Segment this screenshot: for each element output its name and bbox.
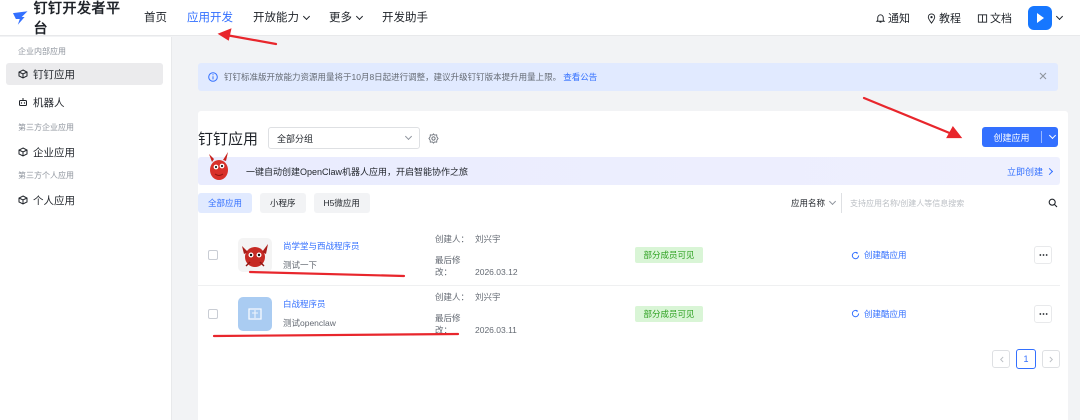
nav-open-capabilities[interactable]: 开放能力 bbox=[253, 0, 311, 36]
chevron-down-icon bbox=[404, 132, 413, 141]
location-pin-icon bbox=[927, 13, 936, 24]
app-name[interactable]: 白战程序员 bbox=[283, 298, 435, 310]
nav-more[interactable]: 更多 bbox=[329, 0, 364, 36]
banner-text: 一键自动创建OpenClaw机器人应用，开启智能协作之旅 bbox=[246, 166, 469, 177]
modified-date: 2026.03.11 bbox=[475, 325, 517, 335]
status-badge: 部分成员可见 bbox=[635, 247, 703, 263]
avatar bbox=[1028, 6, 1052, 30]
sidebar-item-enterprise-app[interactable]: 企业应用 bbox=[6, 141, 163, 163]
app-meta: 创建人： 刘兴宇 最后修改： 2026.03.12 bbox=[435, 233, 518, 277]
prev-page-button[interactable] bbox=[992, 350, 1010, 368]
cube-icon bbox=[18, 69, 28, 79]
creator-name: 刘兴宇 bbox=[475, 292, 501, 302]
refresh-icon bbox=[851, 309, 860, 318]
nav-dev-assistant[interactable]: 开发助手 bbox=[382, 0, 428, 36]
notice-bar: 钉钉标准版开放能力资源用量将于10月8日起进行调整，建议升级钉钉版本提升用量上限… bbox=[198, 63, 1058, 91]
table-row: 尚学堂与西战程序员 测试一下 创建人： 刘兴宇 最后修改： 2026.03.12 部… bbox=[198, 227, 1060, 283]
nav-app-development[interactable]: 应用开发 bbox=[187, 0, 233, 36]
sidebar-group-third-party-enterprise: 第三方企业应用 bbox=[18, 123, 74, 132]
app-type-tabs: 全部应用 小程序 H5微应用 bbox=[198, 193, 378, 213]
sidebar-item-robot[interactable]: 机器人 bbox=[6, 91, 163, 113]
next-page-button[interactable] bbox=[1042, 350, 1060, 368]
openclaw-banner: 一键自动创建OpenClaw机器人应用，开启智能协作之旅 立即创建 bbox=[198, 152, 1060, 185]
chevron-right-icon bbox=[1049, 356, 1053, 362]
cube-icon bbox=[18, 147, 28, 157]
docs-button[interactable]: 文档 bbox=[977, 10, 1012, 26]
avatar-arrow-icon bbox=[1037, 13, 1044, 23]
chevron-right-icon bbox=[1045, 167, 1054, 176]
row-checkbox[interactable] bbox=[208, 250, 218, 260]
cube-icon bbox=[18, 195, 28, 205]
nav-home[interactable]: 首页 bbox=[144, 0, 167, 36]
bell-icon bbox=[875, 13, 886, 23]
status-badge: 部分成员可见 bbox=[635, 305, 703, 322]
more-horizontal-icon bbox=[1038, 313, 1048, 315]
more-options-button[interactable] bbox=[1034, 246, 1052, 264]
chevron-down-icon bbox=[1048, 131, 1057, 140]
search-area: 应用名称 bbox=[791, 193, 1058, 213]
brand-name: 钉钉开发者平台 bbox=[33, 0, 121, 36]
refresh-icon bbox=[851, 251, 860, 259]
more-horizontal-icon bbox=[1038, 254, 1048, 256]
tab-h5-micro-app[interactable]: H5微应用 bbox=[313, 193, 370, 213]
table-row: 白战程序员 测试openclaw 创建人： 刘兴宇 最后修改： 2026.03.11… bbox=[198, 285, 1060, 341]
more-options-button[interactable] bbox=[1034, 305, 1052, 323]
chevron-left-icon bbox=[999, 356, 1003, 362]
main-content: 钉钉标准版开放能力资源用量将于10月8日起进行调整，建议升级钉钉版本提升用量上限… bbox=[172, 37, 1080, 420]
main-nav: 首页 应用开发 开放能力 更多 开发助手 bbox=[144, 0, 448, 36]
chevron-down-icon bbox=[355, 12, 364, 20]
robot-icon bbox=[19, 98, 27, 106]
user-menu[interactable] bbox=[1028, 6, 1064, 30]
close-icon[interactable] bbox=[1038, 71, 1048, 81]
app-list-card: 钉钉应用 全部分组 创建应用 一键自动创建OpenClaw机器人应用，开启智能协… bbox=[198, 111, 1068, 420]
create-dropdown-toggle[interactable] bbox=[1042, 131, 1058, 140]
sidebar: 企业内部应用 钉钉应用 机器人 第三方企业应用 企业应用 第三方个人应用 个人应… bbox=[0, 37, 172, 420]
tab-mini-program[interactable]: 小程序 bbox=[260, 193, 306, 213]
app-description: 测试openclaw bbox=[283, 318, 336, 328]
create-app-button[interactable]: 创建应用 bbox=[982, 127, 1058, 147]
tab-all-apps[interactable]: 全部应用 bbox=[198, 193, 253, 213]
modified-date: 2026.03.12 bbox=[475, 266, 518, 277]
search-field-select[interactable]: 应用名称 bbox=[791, 193, 842, 213]
sidebar-item-personal-app[interactable]: 个人应用 bbox=[6, 189, 163, 211]
document-icon bbox=[977, 13, 988, 23]
gear-icon[interactable] bbox=[428, 132, 439, 144]
notice-link[interactable]: 查看公告 bbox=[563, 71, 597, 83]
logo[interactable]: 钉钉开发者平台 bbox=[12, 0, 132, 38]
lobster-app-icon bbox=[238, 238, 272, 272]
lobster-mascot-icon bbox=[209, 152, 228, 180]
header-tools: 通知 教程 文档 bbox=[859, 0, 1064, 36]
app-description: 测试一下 bbox=[283, 259, 318, 270]
tutorial-button[interactable]: 教程 bbox=[926, 10, 961, 26]
notify-button[interactable]: 通知 bbox=[875, 10, 910, 26]
dingtalk-logo-icon bbox=[12, 10, 28, 25]
chevron-down-icon bbox=[302, 12, 311, 20]
chevron-down-icon bbox=[828, 197, 837, 206]
app-avatar bbox=[238, 238, 272, 272]
app-meta: 创建人： 刘兴宇 最后修改： 2026.03.11 bbox=[435, 292, 517, 335]
sidebar-item-dingtalk-app[interactable]: 钉钉应用 bbox=[6, 63, 163, 85]
sidebar-group-third-party-personal: 第三方个人应用 bbox=[18, 171, 74, 180]
top-navigation-bar: 钉钉开发者平台 首页 应用开发 开放能力 更多 开发助手 通知 教程 文档 bbox=[0, 0, 1080, 36]
group-select[interactable]: 全部分组 bbox=[268, 127, 421, 149]
creator-name: 刘兴宇 bbox=[475, 233, 501, 244]
chevron-down-icon bbox=[1055, 12, 1064, 21]
default-app-icon bbox=[248, 307, 262, 320]
app-avatar bbox=[238, 296, 272, 331]
pagination: 1 bbox=[986, 349, 1060, 369]
app-name[interactable]: 尚学堂与西战程序员 bbox=[283, 240, 435, 252]
info-icon bbox=[208, 72, 218, 82]
create-now-link[interactable]: 立即创建 bbox=[1007, 165, 1054, 178]
search-icon[interactable] bbox=[1048, 198, 1058, 208]
create-cool-app-button[interactable]: 创建酷应用 bbox=[851, 249, 907, 261]
row-checkbox[interactable] bbox=[208, 308, 218, 319]
search-input[interactable] bbox=[842, 193, 1048, 213]
notice-text: 钉钉标准版开放能力资源用量将于10月8日起进行调整，建议升级钉钉版本提升用量上限… bbox=[224, 72, 562, 82]
sidebar-group-internal: 企业内部应用 bbox=[18, 47, 66, 56]
page-title: 钉钉应用 bbox=[198, 130, 259, 148]
create-cool-app-button[interactable]: 创建酷应用 bbox=[851, 308, 907, 320]
page-number[interactable]: 1 bbox=[1016, 349, 1036, 369]
